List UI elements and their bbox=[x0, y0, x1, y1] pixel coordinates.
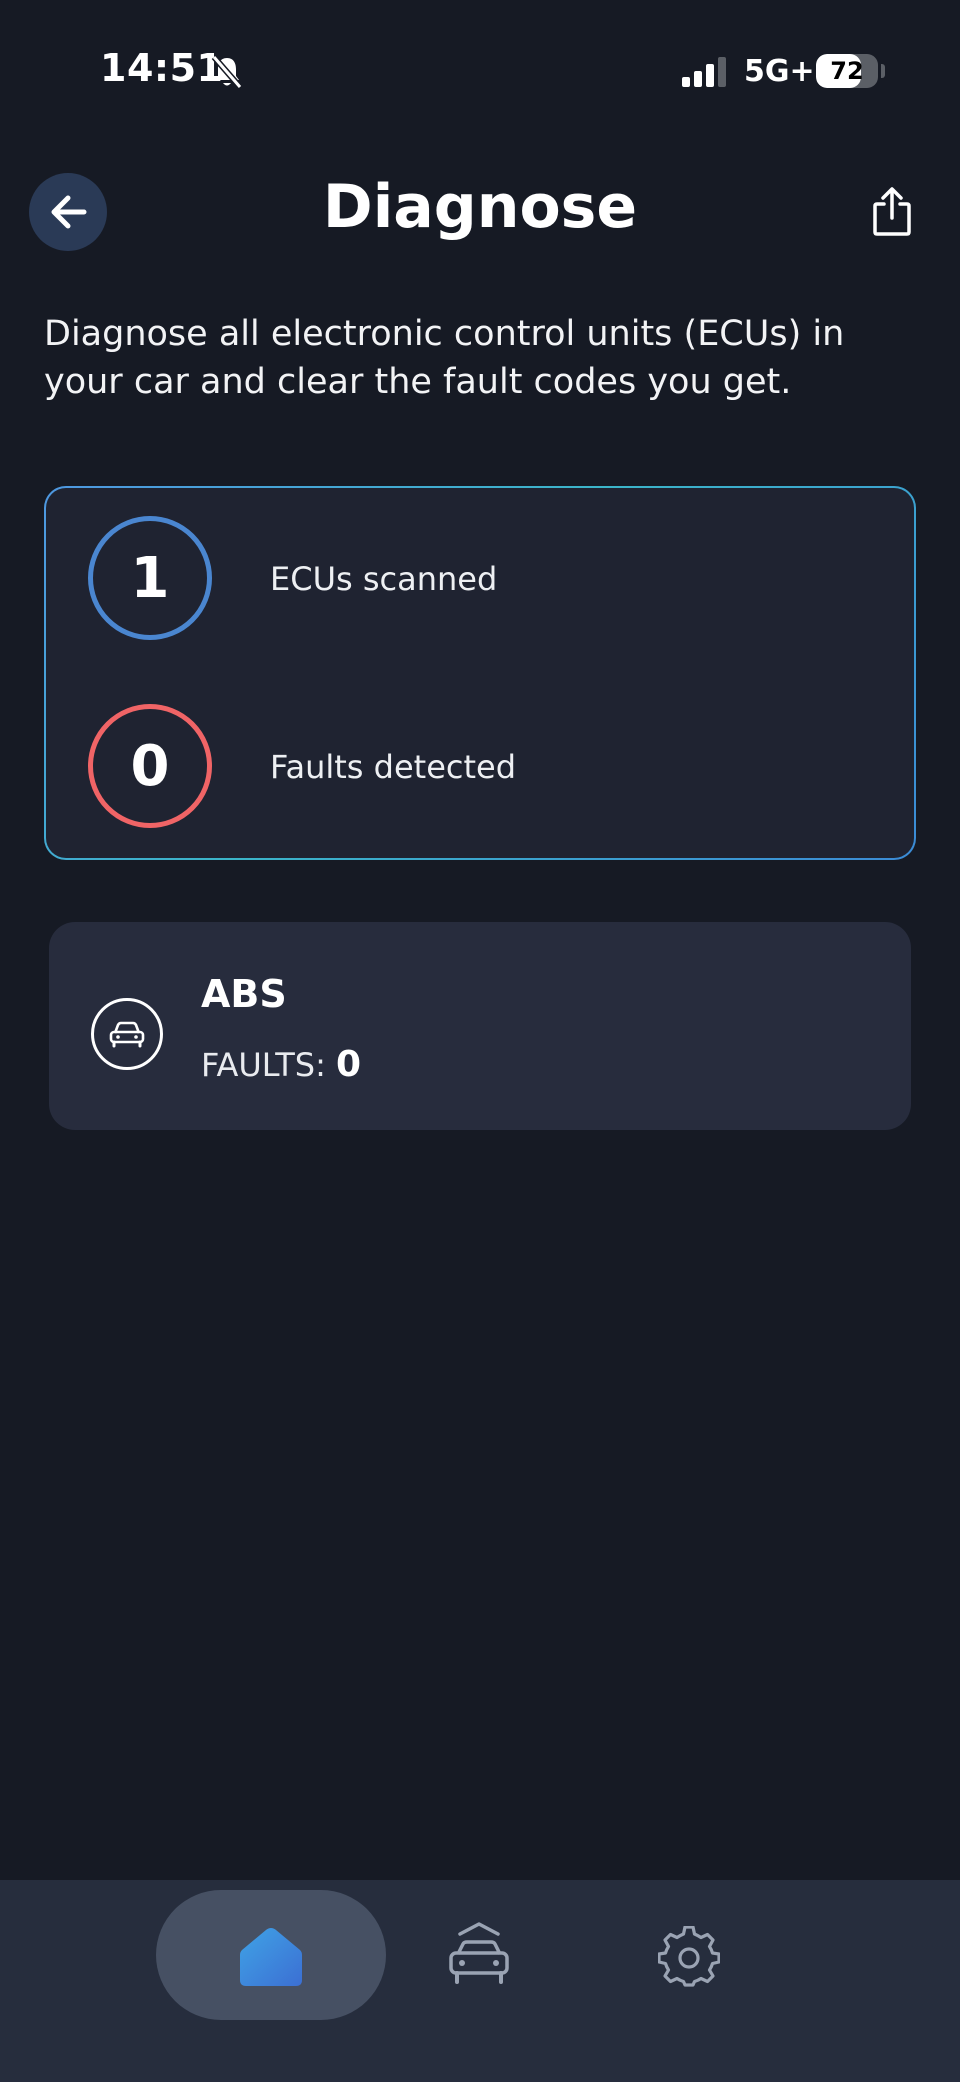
page-description: Diagnose all electronic control units (E… bbox=[44, 314, 845, 402]
status-time: 14:51 bbox=[100, 46, 224, 90]
battery-icon: 72 bbox=[816, 54, 878, 88]
faults-detected-count: 0 bbox=[88, 704, 212, 828]
page-title: Diagnose bbox=[322, 172, 638, 242]
ecus-scanned-label: ECUs scanned bbox=[270, 560, 498, 598]
ecus-scanned-count: 1 bbox=[88, 516, 212, 640]
summary-card: 1 ECUs scanned 0 Faults detected bbox=[44, 486, 916, 860]
signal-icon bbox=[682, 57, 726, 87]
ecu-faults-value: 0 bbox=[336, 1044, 362, 1085]
share-button[interactable] bbox=[866, 182, 918, 242]
gear-icon[interactable] bbox=[658, 1926, 720, 1988]
network-type: 5G+ bbox=[744, 54, 815, 89]
share-icon bbox=[873, 187, 911, 236]
car-lift-icon[interactable] bbox=[444, 1920, 514, 1988]
ecu-faults: FAULTS: 0 bbox=[201, 1044, 361, 1085]
car-icon bbox=[91, 998, 163, 1070]
home-icon[interactable] bbox=[236, 1924, 306, 1988]
summary-card-inner: 1 ECUs scanned 0 Faults detected bbox=[46, 488, 914, 858]
ecu-name: ABS bbox=[201, 972, 287, 1016]
battery-nub bbox=[881, 64, 885, 78]
ecu-card-abs[interactable]: ABS FAULTS: 0 bbox=[49, 922, 911, 1130]
ecu-faults-label: FAULTS: bbox=[201, 1046, 326, 1084]
battery-percent: 72 bbox=[830, 57, 864, 85]
faults-detected-label: Faults detected bbox=[270, 748, 517, 786]
diagnose-screen: 14:51 5G+ 72 Diagnose Diagnose all elect… bbox=[0, 0, 960, 2082]
bell-muted-icon bbox=[211, 55, 243, 89]
